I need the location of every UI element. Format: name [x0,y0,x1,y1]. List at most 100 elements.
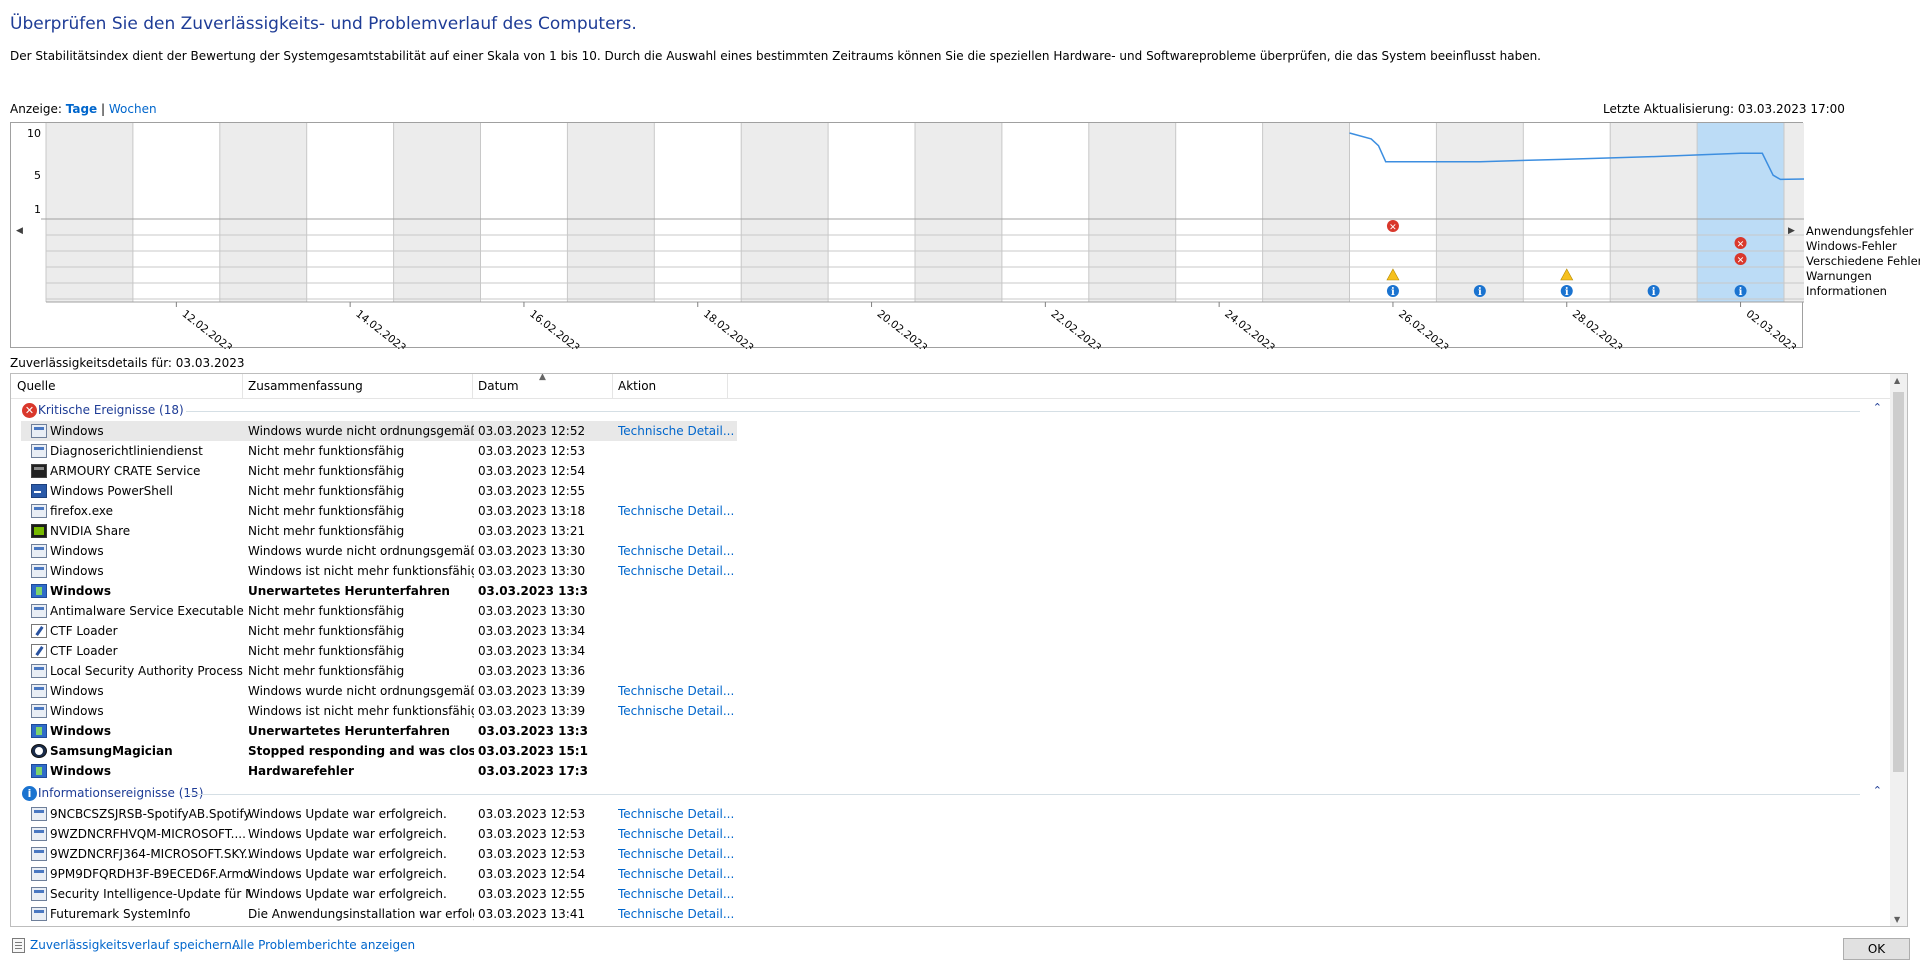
column-header-source[interactable]: Quelle [17,379,55,393]
column-header-date[interactable]: Datum [478,379,519,393]
vertical-scrollbar[interactable]: ▲ ▼ [1890,374,1907,926]
event-row[interactable]: NVIDIA Share Nicht mehr funktionsfähig 03.… [11,521,1891,541]
info-icon-glyph: i [1391,287,1395,298]
event-row[interactable]: Windows Unerwartetes Herunterfahren 03.03.… [11,721,1891,741]
row-action[interactable]: Technische Detail... [618,887,738,901]
collapse-chevron-icon[interactable]: ⌃ [1873,784,1882,797]
reliability-chart-svg[interactable]: 1051✕✕✕✕✕✕iiiiii12.02.202314.02.202316.0… [11,123,1804,349]
row-action[interactable]: Technische Detail... [618,684,738,698]
event-row[interactable]: Security Intelligence-Update für M... Win… [11,884,1891,904]
scroll-up-icon[interactable]: ▲ [1894,376,1900,385]
event-row[interactable]: 9NCBCSZSJRSB-SpotifyAB.Spotify... Windows… [11,804,1891,824]
event-row[interactable]: Windows Windows wurde nicht ordnungsgemäß… [11,541,1891,561]
row-summary: Nicht mehr funktionsfähig [248,624,405,638]
error-icon-glyph: ✕ [1737,256,1745,266]
row-source: Windows [50,544,104,558]
row-summary: Nicht mehr funktionsfähig [248,444,405,458]
y-tick-label: 5 [34,169,41,182]
reliability-chart[interactable]: 1051✕✕✕✕✕✕iiiiii12.02.202314.02.202316.0… [10,122,1804,349]
row-date: 03.03.2023 13:39 [478,704,586,718]
ok-button[interactable]: OK [1843,938,1910,960]
save-history-link[interactable]: Zuverlässigkeitsverlauf speichern... [30,938,243,952]
row-source: 9WZDNCRFHVQM-MICROSOFT.... [50,827,246,841]
row-action[interactable]: Technische Detail... [618,867,738,881]
event-row[interactable]: CTF Loader Nicht mehr funktionsfähig 03.03… [11,621,1891,641]
info-icon-glyph: i [1565,287,1569,298]
row-summary: Nicht mehr funktionsfähig [248,644,405,658]
event-row[interactable]: SamsungMagician Stopped responding and wa… [11,741,1891,761]
window-app-icon [31,684,47,698]
group-divider [186,411,1860,412]
row-summary: Windows ist nicht mehr funktionsfähig. [248,564,474,578]
date-label: 02.03.2023 [1744,308,1799,349]
event-row[interactable]: Windows Unerwartetes Herunterfahren 03.03.… [11,581,1891,601]
scrollbar-thumb[interactable] [1893,392,1904,772]
column-header-summary[interactable]: Zusammenfassung [248,379,363,393]
view-days-link[interactable]: Tage [66,102,97,116]
ss-app-icon [31,744,47,758]
info-icon-glyph: i [1739,287,1743,298]
row-date: 03.03.2023 13:39 [478,724,588,738]
shield-app-icon [31,724,47,738]
event-row[interactable]: ARMOURY CRATE Service Nicht mehr funktion… [11,461,1891,481]
event-row[interactable]: Local Security Authority Process Nicht me… [11,661,1891,681]
row-action[interactable]: Technische Detail... [618,424,738,438]
event-list[interactable]: Quelle Zusammenfassung Datum ▲ Aktion ✕ K… [10,373,1908,927]
row-source: ARMOURY CRATE Service [50,464,201,478]
column-header-action[interactable]: Aktion [618,379,656,393]
row-summary: Windows ist nicht mehr funktionsfähig. [248,704,474,718]
row-action[interactable]: Technische Detail... [618,807,738,821]
day-column [46,123,133,302]
row-action[interactable]: Technische Detail... [618,544,738,558]
date-label: 16.02.2023 [527,308,582,349]
event-row[interactable]: 9WZDNCRFHVQM-MICROSOFT.... Windows Update… [11,824,1891,844]
row-summary: Windows Update war erfolgreich. [248,807,447,821]
row-source: Windows [50,424,104,438]
day-column [567,123,655,302]
event-row[interactable]: Futuremark SystemInfo Die Anwendungsinsta… [11,904,1891,924]
all-reports-link[interactable]: Alle Problemberichte anzeigen [232,938,415,952]
scroll-down-icon[interactable]: ▼ [1894,915,1900,924]
row-source: Local Security Authority Process [50,664,243,678]
day-column [480,123,568,302]
event-row[interactable]: Windows Windows ist nicht mehr funktionsf… [11,701,1891,721]
event-row[interactable]: 9WZDNCRFJ364-MICROSOFT.SKY... Windows Upd… [11,844,1891,864]
row-action[interactable]: Technische Detail... [618,847,738,861]
row-action[interactable]: Technische Detail... [618,564,738,578]
event-row[interactable]: Antimalware Service Executable Nicht mehr… [11,601,1891,621]
list-header: Quelle Zusammenfassung Datum ▲ Aktion [11,374,1907,399]
row-summary: Nicht mehr funktionsfähig [248,524,405,538]
row-action[interactable]: Technische Detail... [618,907,738,921]
event-row[interactable]: CTF Loader Nicht mehr funktionsfähig 03.03… [11,641,1891,661]
window-app-icon [31,424,47,438]
event-row[interactable]: Windows Windows wurde nicht ordnungsgemäß… [11,421,1891,441]
row-action[interactable]: Technische Detail... [618,504,738,518]
row-date: 03.03.2023 13:39 [478,684,586,698]
save-document-icon[interactable] [12,938,25,953]
group-header[interactable]: i Informationsereignisse (15) ⌃ [11,783,1890,803]
event-row[interactable]: Windows Windows ist nicht mehr funktionsf… [11,561,1891,581]
event-row[interactable]: Windows PowerShell Nicht mehr funktionsfä… [11,481,1891,501]
row-action[interactable]: Technische Detail... [618,827,738,841]
row-summary: Windows wurde nicht ordnungsgemäß ... [248,684,474,698]
day-column [1436,123,1524,302]
row-date: 03.03.2023 13:30 [478,544,586,558]
group-header[interactable]: ✕ Kritische Ereignisse (18) ⌃ [11,400,1890,420]
row-source: Windows [50,564,104,578]
event-row[interactable]: Windows Windows wurde nicht ordnungsgemäß… [11,681,1891,701]
collapse-chevron-icon[interactable]: ⌃ [1873,401,1882,414]
event-row[interactable]: Windows Hardwarefehler 03.03.2023 17:39 [11,761,1891,781]
window-app-icon [31,807,47,821]
event-row[interactable]: Diagnoserichtliniendienst Nicht mehr funk… [11,441,1891,461]
chart-scroll-right-icon[interactable]: ▶ [1788,226,1795,236]
event-row[interactable]: 9PM9DFQRDH3F-B9ECED6F.Armo... Windows Upd… [11,864,1891,884]
row-date: 03.03.2023 12:55 [478,887,586,901]
row-date: 03.03.2023 13:34 [478,644,586,658]
view-weeks-link[interactable]: Wochen [109,102,157,116]
row-summary: Nicht mehr funktionsfähig [248,464,405,478]
row-date: 03.03.2023 12:53 [478,827,586,841]
day-column [1175,123,1263,302]
chart-scroll-left-icon[interactable]: ◀ [16,226,23,236]
row-action[interactable]: Technische Detail... [618,704,738,718]
event-row[interactable]: firefox.exe Nicht mehr funktionsfähig 03.0… [11,501,1891,521]
